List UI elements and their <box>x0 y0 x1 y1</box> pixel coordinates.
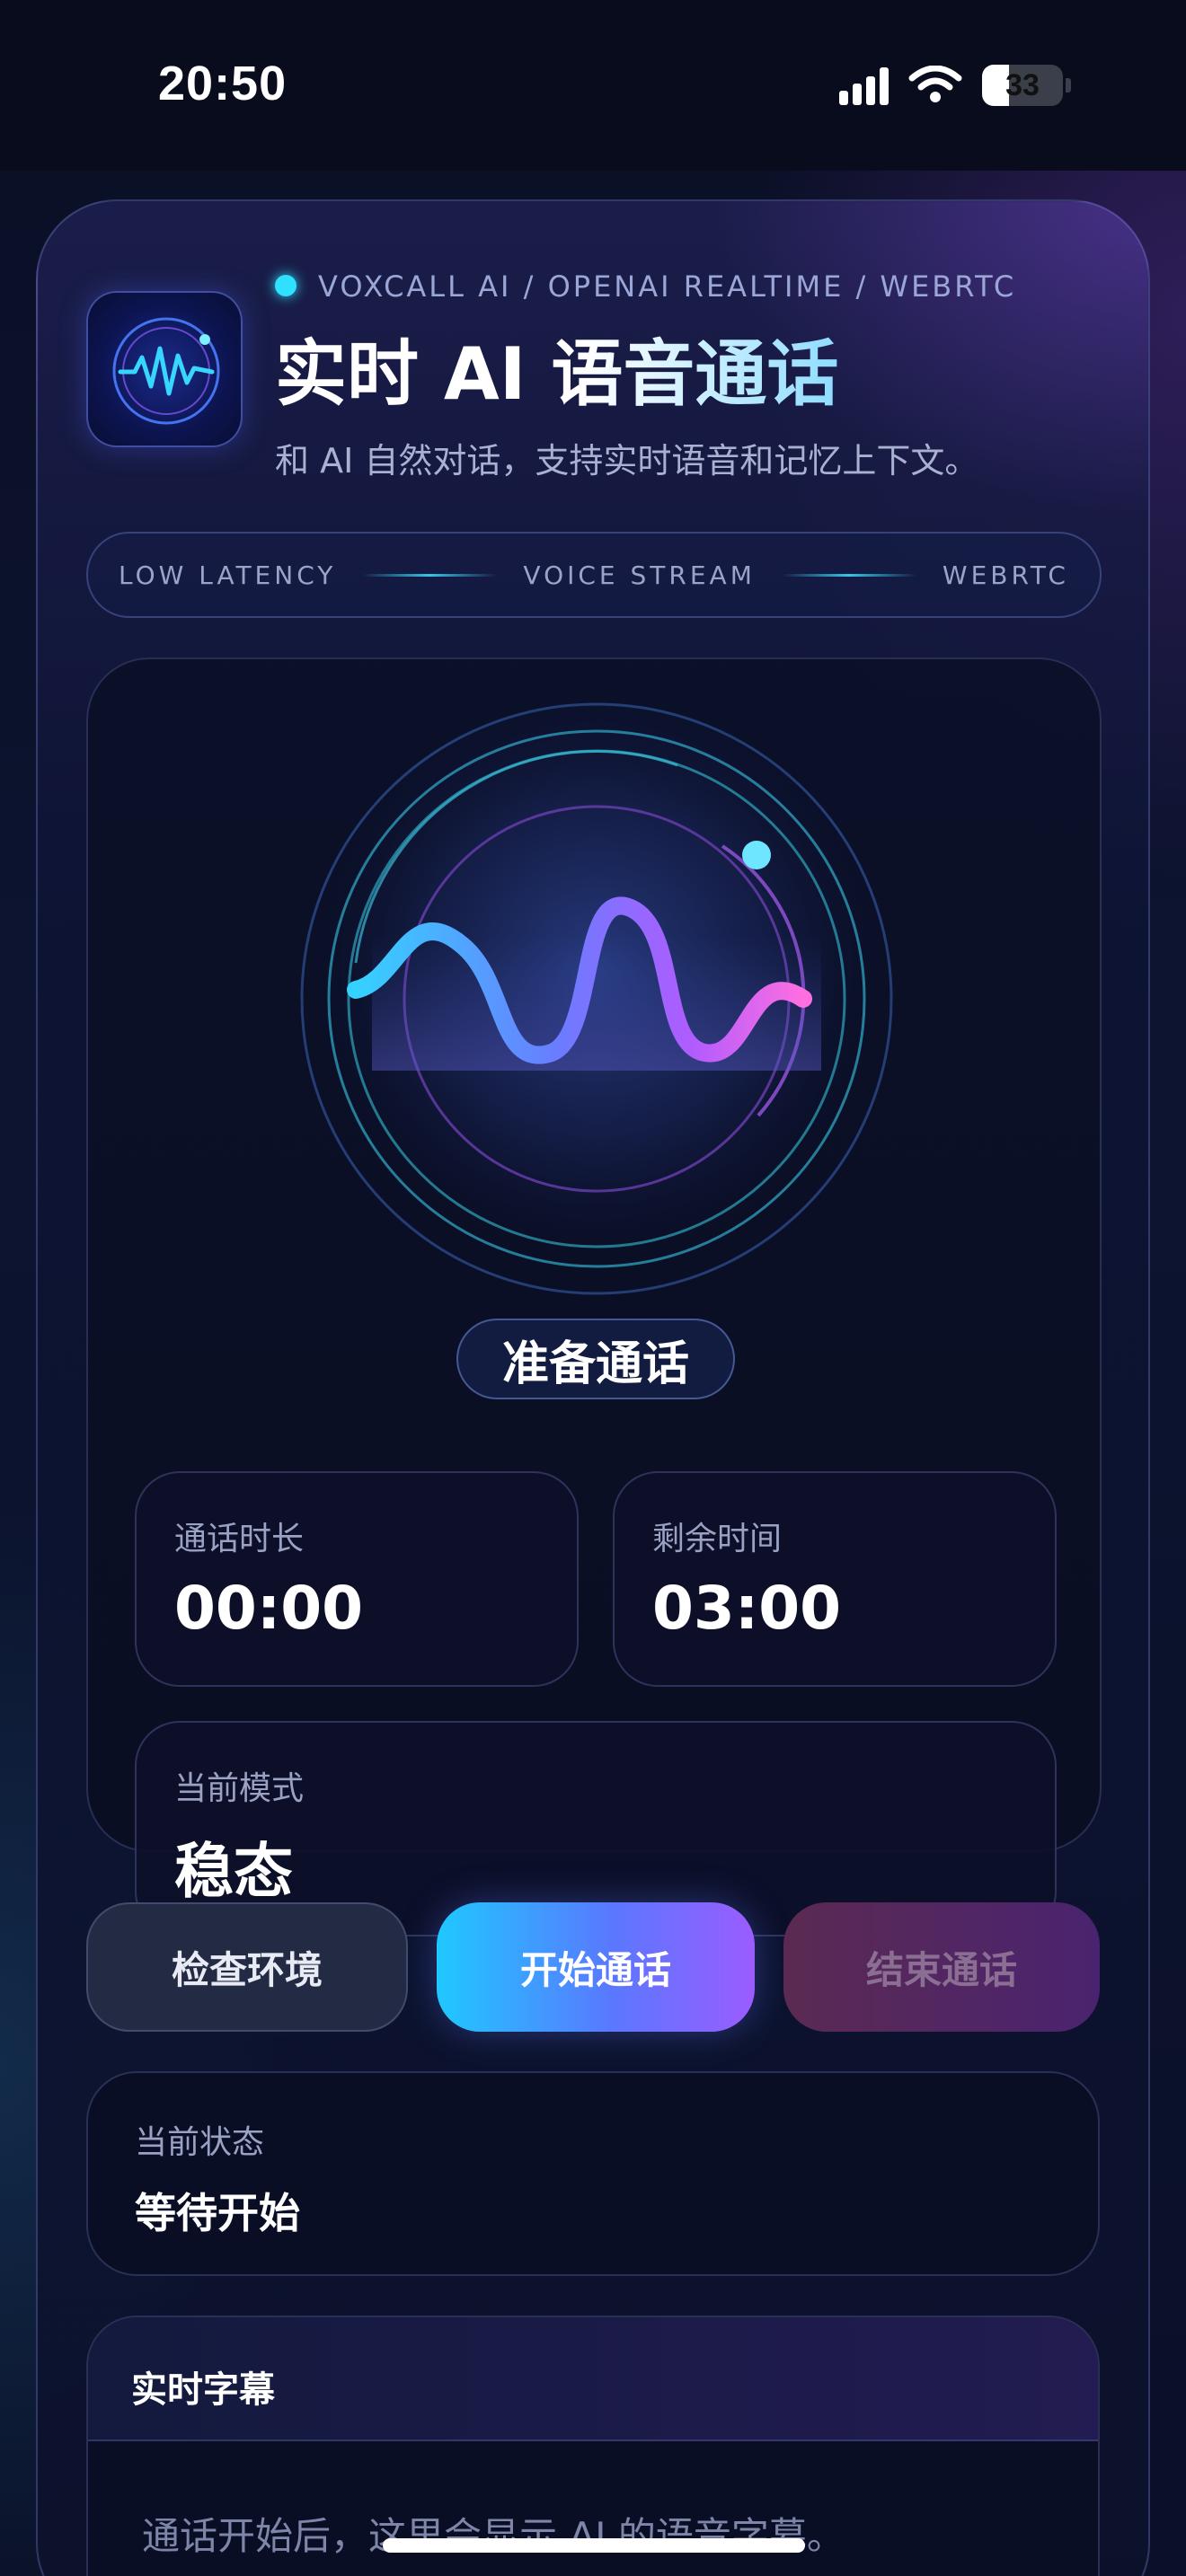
page-title: 实时 AI 语音通话 <box>275 316 838 420</box>
remaining-time-label: 剩余时间 <box>652 1521 783 1557</box>
end-call-button[interactable]: 结束通话 <box>783 1902 1100 2032</box>
battery-level: 33 <box>1005 67 1040 102</box>
call-duration-card: 通话时长 00:00 <box>135 1471 579 1687</box>
current-status-value: 等待开始 <box>135 2189 300 2237</box>
call-status-badge: 准备通话 <box>456 1319 735 1399</box>
header-tagline: VOXCALL AI / OPENAI REALTIME / WEBRTC <box>318 269 1017 304</box>
current-status-card: 当前状态 等待开始 <box>86 2071 1100 2276</box>
current-mode-label: 当前模式 <box>174 1770 305 1807</box>
status-time: 20:50 <box>158 57 288 110</box>
feature-webrtc: WEBRTC <box>942 560 1069 590</box>
check-environment-button[interactable]: 检查环境 <box>86 1902 408 2032</box>
start-call-button[interactable]: 开始通话 <box>437 1902 755 2032</box>
live-captions-title: 实时字幕 <box>131 2369 275 2411</box>
page-subtitle: 和 AI 自然对话，支持实时语音和记忆上下文。 <box>275 441 979 481</box>
live-indicator-dot <box>275 275 296 296</box>
status-icons: 33 <box>839 63 1071 108</box>
live-captions-header: 实时字幕 <box>88 2317 1098 2441</box>
current-mode-value: 稳态 <box>174 1837 293 1906</box>
feature-divider <box>362 573 498 577</box>
feature-divider <box>781 573 916 577</box>
live-captions-card: 实时字幕 通话开始后，这里会显示 AI 的语音字幕。 <box>86 2316 1100 2576</box>
home-indicator[interactable] <box>383 2538 805 2553</box>
feature-voice-stream: VOICE STREAM <box>523 560 756 590</box>
cellular-signal-icon <box>839 66 889 105</box>
call-duration-label: 通话时长 <box>174 1521 305 1557</box>
app-screen: 20:50 33 VOXCALL AI / OPENAI REALTIME / … <box>0 0 1186 2576</box>
call-duration-value: 00:00 <box>174 1574 364 1643</box>
remaining-time-value: 03:00 <box>652 1574 842 1643</box>
voice-orb-visualizer <box>300 702 893 1295</box>
voice-visualizer-panel: 准备通话 通话时长 00:00 剩余时间 03:00 当前模式 稳态 <box>86 657 1102 1936</box>
feature-low-latency: LOW LATENCY <box>119 560 337 590</box>
status-bar: 20:50 33 <box>0 0 1186 171</box>
waveform-app-icon <box>86 291 243 447</box>
feature-pill-bar: LOW LATENCY VOICE STREAM WEBRTC <box>86 532 1102 618</box>
remaining-time-card: 剩余时间 03:00 <box>613 1471 1057 1687</box>
current-status-label: 当前状态 <box>135 2124 265 2161</box>
wifi-icon <box>908 66 962 102</box>
battery-icon: 33 <box>982 65 1063 106</box>
